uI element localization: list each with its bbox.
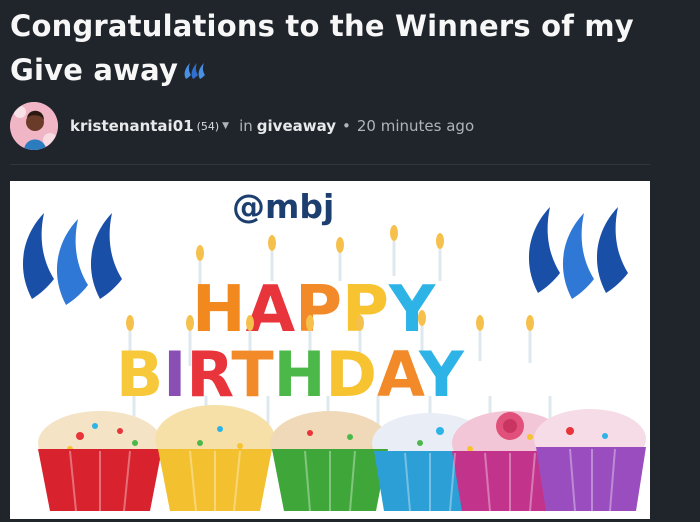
separator-dot: • <box>342 117 351 135</box>
mention-tag: @mbj <box>232 187 335 226</box>
happy-text: HAPPY <box>192 273 436 347</box>
reputation-badge: (54) <box>196 119 220 133</box>
post-title: Congratulations to the Winners of my Giv… <box>10 4 670 94</box>
steem-logo-left-icon <box>22 213 122 305</box>
steem-logo-icon <box>182 50 208 94</box>
divider <box>10 164 650 165</box>
post-image[interactable]: HAPPY BIRTHDAY @mbj <box>10 181 650 519</box>
post-meta: kristenantai01 (54) ▼ in giveaway • 20 m… <box>70 117 474 135</box>
cupcakes-illustration <box>38 405 646 512</box>
author-row: kristenantai01 (54) ▼ in giveaway • 20 m… <box>10 102 650 150</box>
in-label: in <box>239 117 253 135</box>
post-timestamp[interactable]: 20 minutes ago <box>357 117 474 135</box>
chevron-down-icon[interactable]: ▼ <box>222 121 229 131</box>
birthday-text: BIRTHDAY <box>116 338 465 411</box>
author-name[interactable]: kristenantai01 <box>70 117 194 135</box>
avatar[interactable] <box>10 102 58 150</box>
steem-logo-right-icon <box>528 207 628 299</box>
post-title-text: Congratulations to the Winners of my Giv… <box>10 9 634 87</box>
category-link[interactable]: giveaway <box>257 117 336 135</box>
